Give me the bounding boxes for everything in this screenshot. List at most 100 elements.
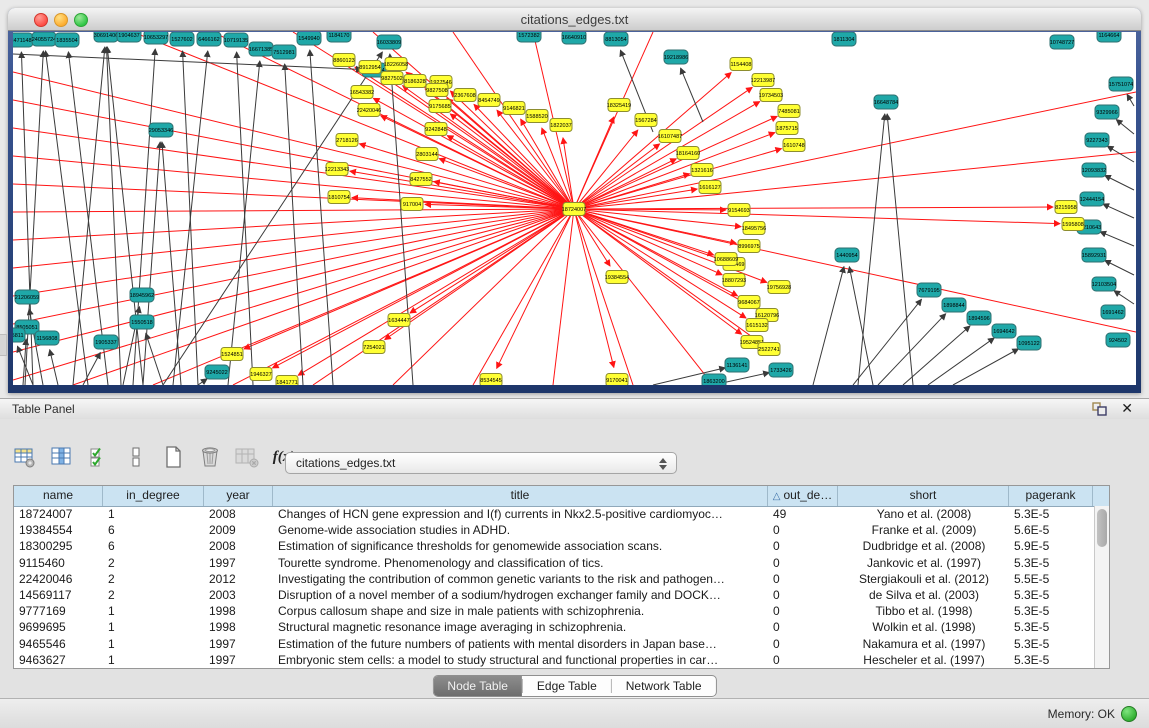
cell-title[interactable]: Corpus callosum shape and size in male p…	[273, 603, 768, 619]
column-header-title[interactable]: title	[273, 486, 768, 506]
node[interactable]: 1811304	[832, 32, 856, 46]
cell-short[interactable]: Yano et al. (2008)	[838, 506, 1009, 522]
selected-node[interactable]: 9175685	[429, 100, 451, 113]
table-row[interactable]: 1830029562008Estimation of significance …	[14, 538, 1094, 554]
selected-node[interactable]: 22420046	[357, 104, 381, 117]
network-canvas[interactable]: 2471148240557241835504306914061904637106…	[13, 32, 1136, 385]
cell-pagerank[interactable]: 5.3E-5	[1009, 587, 1093, 603]
cell-in_degree[interactable]: 6	[103, 538, 204, 554]
cell-pagerank[interactable]: 5.3E-5	[1009, 555, 1093, 571]
node[interactable]: 1164664	[1097, 32, 1121, 42]
delete-table-button[interactable]	[197, 444, 223, 470]
import-table-button[interactable]	[234, 444, 260, 470]
cell-in_degree[interactable]: 1	[103, 603, 204, 619]
cell-title[interactable]: Investigating the contribution of common…	[273, 571, 768, 587]
node[interactable]: 6466162	[197, 32, 221, 46]
selected-node[interactable]: 2718126	[336, 134, 358, 147]
node[interactable]: 24055724	[32, 32, 56, 46]
cell-year[interactable]: 1997	[204, 636, 273, 652]
table-row[interactable]: 2242004622012Investigating the contribut…	[14, 571, 1094, 587]
network-window-titlebar[interactable]: citations_edges.txt	[8, 8, 1141, 31]
cell-short[interactable]: Tibbo et al. (1998)	[838, 603, 1009, 619]
show-column-button[interactable]	[49, 444, 75, 470]
selected-node[interactable]: 19734503	[759, 89, 783, 102]
cell-title[interactable]: Estimation of the future numbers of pati…	[273, 636, 768, 652]
selected-node[interactable]: 2367608	[454, 89, 476, 102]
selected-node[interactable]: 1610748	[783, 139, 805, 152]
column-pair-button[interactable]	[123, 444, 149, 470]
selected-node[interactable]: 1946327	[250, 368, 272, 381]
node[interactable]: 1527602	[170, 32, 194, 46]
node[interactable]: 9227343	[1085, 133, 1109, 147]
node[interactable]: 16671385	[249, 42, 273, 56]
cell-title[interactable]: Embryonic stem cells: a model to study s…	[273, 652, 768, 668]
table-row[interactable]: 911546021997Tourette syndrome. Phenomeno…	[14, 555, 1094, 571]
selected-node[interactable]: 9827508	[426, 84, 448, 97]
cell-out_de[interactable]: 49	[768, 506, 838, 522]
cell-out_de[interactable]: 0	[768, 652, 838, 668]
table-row[interactable]: 977716911998Corpus callosum shape and si…	[14, 603, 1094, 619]
node[interactable]: 1572382	[517, 32, 541, 42]
selected-node[interactable]: 1841771	[276, 376, 298, 386]
cell-out_de[interactable]: 0	[768, 587, 838, 603]
cell-name[interactable]: 9777169	[14, 603, 103, 619]
cell-name[interactable]: 9699695	[14, 619, 103, 635]
node[interactable]: 1894596	[967, 311, 991, 325]
cell-out_de[interactable]: 0	[768, 522, 838, 538]
cell-year[interactable]: 2012	[204, 571, 273, 587]
cell-in_degree[interactable]: 1	[103, 506, 204, 522]
cell-year[interactable]: 2009	[204, 522, 273, 538]
selected-node[interactable]: 9242848	[425, 123, 447, 136]
cell-pagerank[interactable]: 5.6E-5	[1009, 522, 1093, 538]
cell-in_degree[interactable]: 6	[103, 522, 204, 538]
node[interactable]: 12103504	[1092, 277, 1116, 291]
table-row[interactable]: 969969511998Structural magnetic resonanc…	[14, 619, 1094, 635]
cell-pagerank[interactable]: 5.3E-5	[1009, 603, 1093, 619]
cell-name[interactable]: 9115460	[14, 555, 103, 571]
table-row[interactable]: 1456911722003Disruption of a novel membe…	[14, 587, 1094, 603]
selected-node[interactable]: 8996975	[738, 240, 760, 253]
node[interactable]: 1835504	[55, 33, 79, 47]
selected-node[interactable]: 19384554	[605, 271, 629, 284]
node[interactable]: 3915811	[13, 328, 25, 342]
cell-year[interactable]: 1998	[204, 619, 273, 635]
cell-in_degree[interactable]: 2	[103, 571, 204, 587]
node[interactable]: 21206059	[15, 290, 39, 304]
cell-out_de[interactable]: 0	[768, 636, 838, 652]
node[interactable]: 16648784	[874, 95, 898, 109]
cell-short[interactable]: Wolkin et al. (1998)	[838, 619, 1009, 635]
selected-node[interactable]: 1154408	[730, 58, 752, 71]
cell-out_de[interactable]: 0	[768, 555, 838, 571]
node[interactable]: 1733426	[769, 363, 793, 377]
float-panel-icon[interactable]	[1092, 402, 1107, 416]
node[interactable]: 15751074	[1109, 77, 1133, 91]
cell-in_degree[interactable]: 2	[103, 555, 204, 571]
cell-name[interactable]: 22420046	[14, 571, 103, 587]
node[interactable]: 10719135	[224, 33, 248, 47]
selected-node[interactable]: 8186328	[404, 75, 426, 88]
cell-title[interactable]: Changes of HCN gene expression and I(f) …	[273, 506, 768, 522]
node[interactable]: 1549940	[297, 32, 321, 45]
node[interactable]: 16033809	[377, 35, 401, 49]
node[interactable]: 924502	[1106, 333, 1130, 347]
cell-short[interactable]: Jankovic et al. (1997)	[838, 555, 1009, 571]
table-row[interactable]: 946362711997Embryonic stem cells: a mode…	[14, 652, 1094, 668]
cell-in_degree[interactable]: 2	[103, 587, 204, 603]
node[interactable]: 18945962	[130, 288, 154, 302]
node[interactable]: 29053346	[149, 123, 173, 137]
table-settings-button[interactable]	[12, 444, 38, 470]
selected-node[interactable]: 1524851	[221, 348, 243, 361]
selected-node[interactable]: 8912954	[359, 61, 381, 74]
column-header-year[interactable]: year	[204, 486, 273, 506]
cell-pagerank[interactable]: 5.3E-5	[1009, 506, 1093, 522]
selected-node[interactable]: 8427552	[410, 173, 432, 186]
cell-pagerank[interactable]: 5.3E-5	[1009, 652, 1093, 668]
selected-node[interactable]: 1822037	[550, 119, 572, 132]
selected-node[interactable]: 9146821	[503, 102, 525, 115]
node[interactable]: 12093832	[1082, 163, 1106, 177]
selected-node[interactable]: 8215958	[1055, 201, 1077, 214]
node[interactable]: 1898844	[942, 298, 966, 312]
selected-node[interactable]: 1567284	[635, 114, 657, 127]
cell-short[interactable]: Hescheler et al. (1997)	[838, 652, 1009, 668]
cell-year[interactable]: 1997	[204, 555, 273, 571]
